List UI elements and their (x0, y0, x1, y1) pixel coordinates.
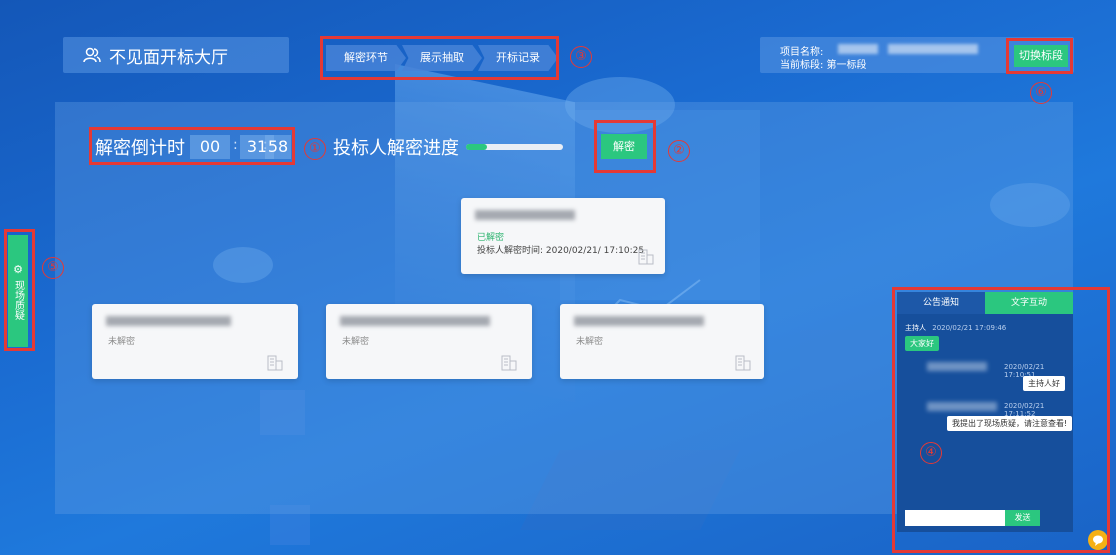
redacted-project-name (838, 44, 878, 54)
annotation-box (892, 287, 1110, 553)
annotation-box (89, 127, 295, 165)
annotation-box (594, 120, 656, 173)
redacted-bidder-name (106, 316, 231, 326)
building-icon (501, 355, 517, 371)
bidder-status: 未解密 (108, 337, 136, 347)
bidder-card[interactable]: 未解密 (92, 304, 298, 379)
users-icon (83, 47, 101, 63)
annotation-number: ⑤ (42, 257, 64, 279)
annotation-number: ② (668, 140, 690, 162)
bidder-card[interactable]: 已解密 投标人解密时间: 2020/02/21/ 17:10:25 (461, 198, 665, 274)
bidder-status: 未解密 (342, 337, 370, 347)
bidder-status: 已解密 (477, 233, 505, 243)
annotation-box (4, 229, 35, 351)
building-icon (638, 249, 654, 265)
decrypt-progress-label: 投标人解密进度 (333, 138, 459, 159)
building-icon (735, 355, 751, 371)
redacted-project-name (888, 44, 978, 54)
annotation-box (1006, 38, 1073, 74)
page-title: 不见面开标大厅 (109, 47, 228, 68)
annotation-number: ⑥ (1030, 82, 1052, 104)
hall-title-bar: 不见面开标大厅 (63, 37, 289, 73)
decrypt-progress-bar (466, 144, 563, 150)
bidder-status: 未解密 (576, 337, 604, 347)
redacted-bidder-name (574, 316, 704, 326)
building-icon (267, 355, 283, 371)
current-section-label: 当前标段: 第一标段 (780, 60, 867, 71)
bidder-decrypt-time: 投标人解密时间: 2020/02/21/ 17:10:25 (477, 246, 645, 256)
annotation-number: ③ (570, 46, 592, 68)
annotation-box (320, 36, 559, 80)
decrypt-progress-fill (466, 144, 488, 150)
bidder-card[interactable]: 未解密 (326, 304, 532, 379)
redacted-bidder-name (340, 316, 490, 326)
annotation-number: ① (304, 138, 326, 160)
redacted-bidder-name (475, 210, 575, 220)
bidder-card[interactable]: 未解密 (560, 304, 764, 379)
annotation-number: ④ (920, 442, 942, 464)
